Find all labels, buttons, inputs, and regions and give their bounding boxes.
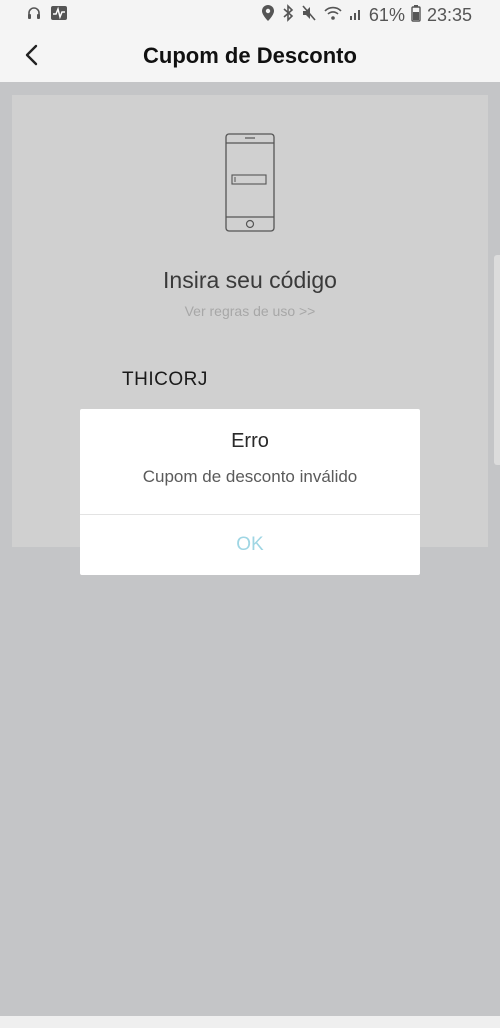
location-icon (261, 4, 275, 27)
dialog-title: Erro (231, 430, 269, 452)
phone-icon (225, 133, 275, 238)
bluetooth-icon (281, 4, 295, 27)
ok-button[interactable]: OK (80, 515, 420, 575)
app-bar: Cupom de Desconto (0, 30, 500, 82)
wifi-icon (323, 4, 343, 27)
error-dialog: Erro Cupom de desconto inválido OK (80, 409, 420, 575)
clock: 23:35 (426, 5, 472, 25)
coupon-code-input[interactable]: THICORJ (122, 369, 208, 391)
rules-link[interactable]: Ver regras de uso >> (12, 303, 488, 319)
edge-panel-handle[interactable] (494, 255, 500, 465)
battery-percent: 61% (368, 5, 405, 25)
signal-icon (349, 4, 363, 27)
coupon-title: Insira seu código (163, 267, 337, 293)
status-bar: 61% 23:35 (0, 0, 500, 30)
activity-icon (50, 5, 68, 26)
navigation-bar (0, 1016, 500, 1028)
dialog-message: Cupom de desconto inválido (142, 467, 358, 486)
battery-icon (411, 4, 421, 27)
mute-icon (301, 4, 317, 27)
headset-icon (26, 5, 42, 26)
page-title: Cupom de Desconto (143, 43, 357, 68)
